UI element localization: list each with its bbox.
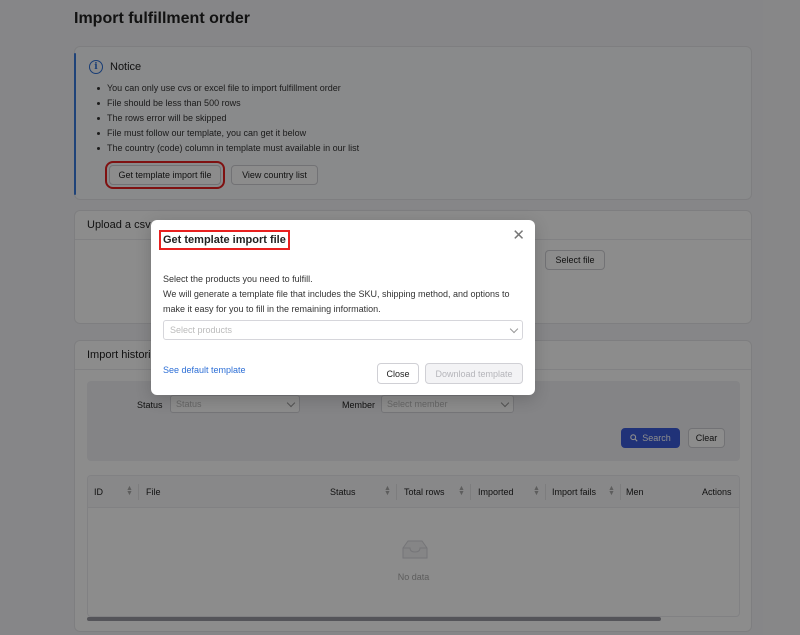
download-template-button[interactable]: Download template <box>425 363 523 384</box>
select-products-placeholder: Select products <box>170 325 233 335</box>
modal-description-line: Select the products you need to fulfill. <box>163 274 313 284</box>
close-button[interactable]: Close <box>377 363 419 384</box>
modal-description: Select the products you need to fulfill.… <box>163 272 523 317</box>
modal-title: Get template import file <box>159 230 290 250</box>
chevron-down-icon <box>509 324 519 334</box>
modal-description-line: We will generate a template file that in… <box>163 289 510 314</box>
default-template-link[interactable]: See default template <box>163 365 246 375</box>
template-modal: Get template import file ✕ Select the pr… <box>151 220 535 395</box>
select-products-input[interactable]: Select products <box>163 320 523 340</box>
close-icon[interactable]: ✕ <box>512 228 525 243</box>
